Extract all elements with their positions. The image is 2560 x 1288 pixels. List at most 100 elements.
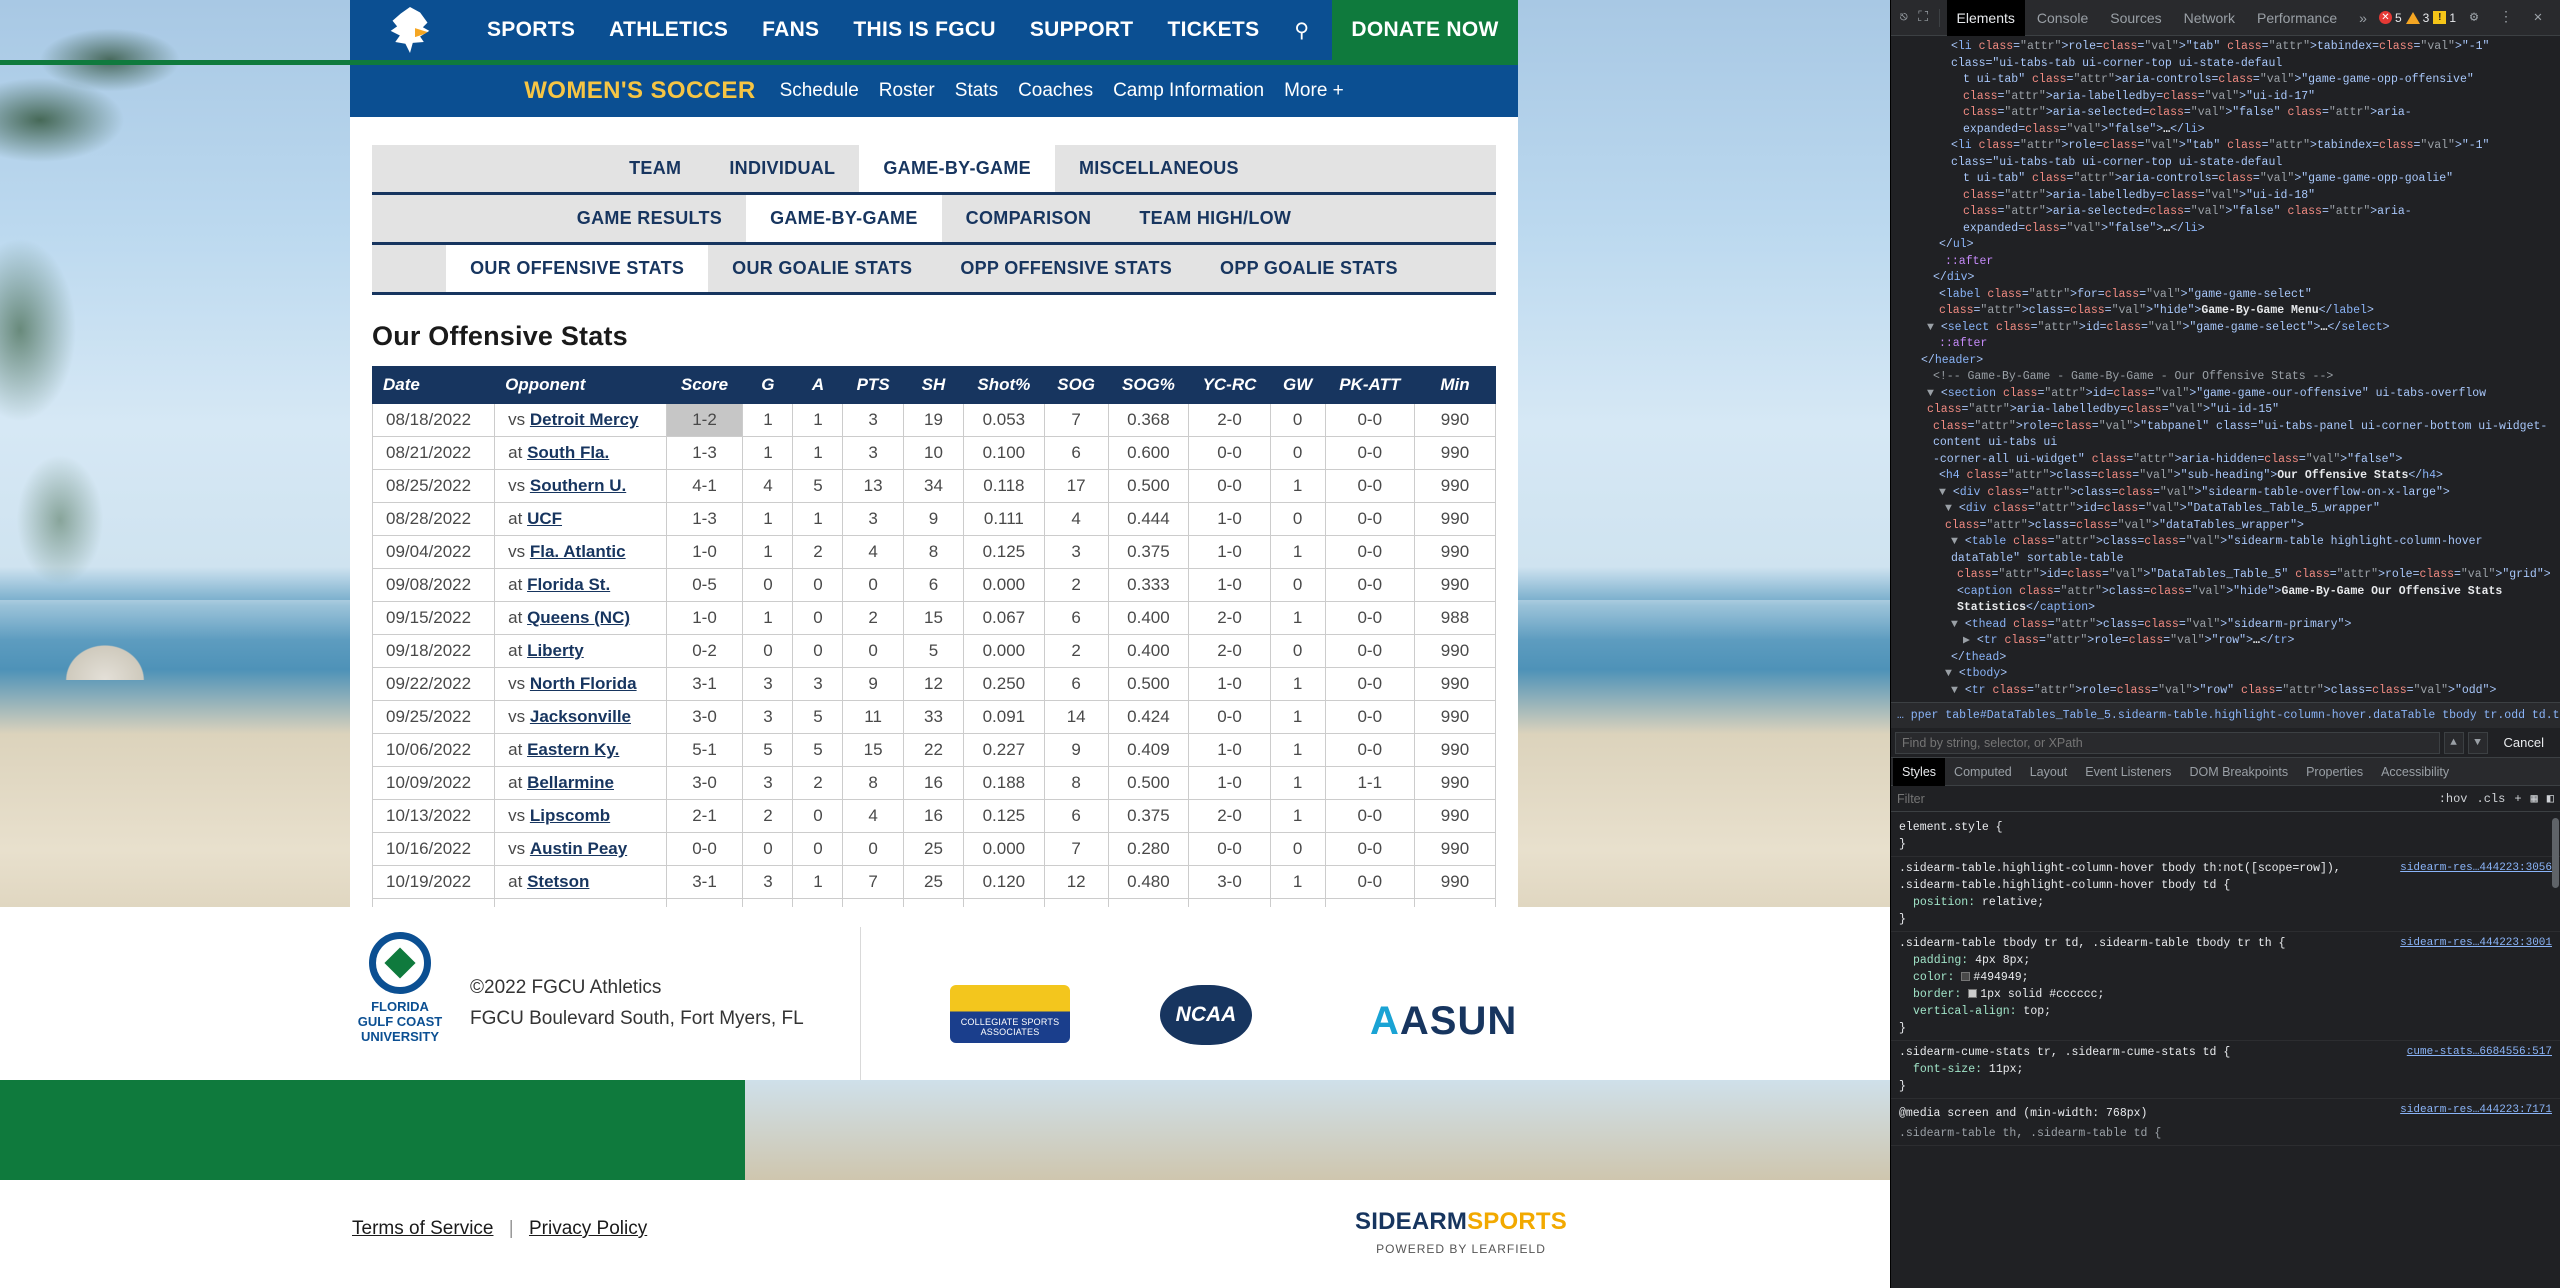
sidebar-tab-accessibility[interactable]: Accessibility bbox=[2372, 758, 2458, 786]
cell-opponent[interactable]: vs Fla. Atlantic bbox=[494, 535, 667, 569]
error-count-badge[interactable]: ✕ 5 bbox=[2378, 11, 2402, 25]
column-header-opponent[interactable]: Opponent bbox=[494, 366, 667, 404]
devtools-tab-sources[interactable]: Sources bbox=[2100, 0, 2171, 36]
column-header-g[interactable]: G bbox=[742, 366, 794, 404]
cell-opponent[interactable]: vs Detroit Mercy bbox=[494, 403, 667, 437]
media-query-rule[interactable]: sidearm-res…444223:7171 @media screen and… bbox=[1891, 1099, 2560, 1146]
nav-item-support[interactable]: SUPPORT bbox=[1013, 18, 1151, 42]
sidebar-tab-properties[interactable]: Properties bbox=[2297, 758, 2372, 786]
hov-toggle[interactable]: :hov bbox=[2439, 792, 2468, 806]
gear-icon[interactable]: ⚙ bbox=[2460, 4, 2488, 32]
cell-opponent[interactable]: at Queens (NC) bbox=[494, 601, 667, 635]
style-rule[interactable]: cume-stats…6684556:517 .sidearm-cume-stat… bbox=[1891, 1041, 2560, 1099]
dom-tree[interactable]: <li class="attr">role=class="val">"tab" … bbox=[1891, 36, 2560, 696]
opponent-link[interactable]: Jacksonville bbox=[530, 707, 631, 726]
devtools-tab-overflow[interactable]: » bbox=[2349, 0, 2377, 36]
sidebar-tab-event-listeners[interactable]: Event Listeners bbox=[2076, 758, 2180, 786]
dom-node-line[interactable]: class="attr">aria-selected=class="val">"… bbox=[1891, 204, 2560, 237]
style-source-link[interactable]: sidearm-res…444223:7171 bbox=[2400, 1102, 2552, 1119]
dom-node-line[interactable]: ▼ <select class="attr">id=class="val">"g… bbox=[1891, 320, 2560, 337]
column-header-pk-att[interactable]: PK-ATT bbox=[1324, 366, 1415, 404]
privacy-policy-link[interactable]: Privacy Policy bbox=[529, 1218, 647, 1239]
terms-of-service-link[interactable]: Terms of Service bbox=[352, 1218, 493, 1239]
dom-node-line[interactable]: </ul> bbox=[1891, 237, 2560, 254]
device-toolbar-icon[interactable]: ⛶ bbox=[1914, 4, 1931, 32]
donate-now-button[interactable]: DONATE NOW bbox=[1332, 0, 1518, 60]
dom-node-line[interactable]: </div> bbox=[1891, 270, 2560, 287]
search-icon[interactable]: ⚲ bbox=[1276, 18, 1327, 43]
column-header-sh[interactable]: SH bbox=[902, 366, 965, 404]
opponent-link[interactable]: Eastern Ky. bbox=[527, 740, 619, 759]
opponent-link[interactable]: Fla. Atlantic bbox=[530, 542, 626, 561]
devtools-tab-network[interactable]: Network bbox=[2174, 0, 2245, 36]
tab-opp-offensive-stats[interactable]: OPP OFFENSIVE STATS bbox=[936, 245, 1197, 292]
cell-opponent[interactable]: vs Southern U. bbox=[494, 469, 667, 503]
opponent-link[interactable]: UCF bbox=[527, 509, 562, 528]
tab-game-results[interactable]: GAME RESULTS bbox=[552, 195, 747, 242]
sidearm-sports-brand[interactable]: SIDEARMSPORTS POWERED BY LEARFIELD bbox=[1355, 1208, 1567, 1256]
dom-node-line[interactable]: <li class="attr">role=class="val">"tab" … bbox=[1891, 39, 2560, 72]
color-swatch[interactable] bbox=[1961, 972, 1971, 981]
tab-team-high-low[interactable]: TEAM HIGH/LOW bbox=[1115, 195, 1316, 242]
style-rule[interactable]: sidearm-res…444223:3001 .sidearm-table tb… bbox=[1891, 932, 2560, 1041]
column-header-shot[interactable]: Shot% bbox=[963, 366, 1045, 404]
sport-nav-more[interactable]: More + bbox=[1284, 80, 1344, 102]
nav-item-tickets[interactable]: TICKETS bbox=[1150, 18, 1276, 42]
cell-opponent[interactable]: at South Fla. bbox=[494, 436, 667, 470]
opponent-link[interactable]: Bellarmine bbox=[527, 773, 614, 792]
nav-item-athletics[interactable]: ATHLETICS bbox=[592, 18, 745, 42]
opponent-link[interactable]: Lipscomb bbox=[530, 806, 610, 825]
style-rule[interactable]: element.style {} bbox=[1891, 816, 2560, 857]
dom-node-line[interactable]: class="attr">id=class="val">"DataTables_… bbox=[1891, 567, 2560, 584]
style-prop[interactable]: border: 1px solid #cccccc; bbox=[1899, 986, 2552, 1003]
style-prop[interactable]: color: #494949; bbox=[1899, 969, 2552, 986]
column-header-sog[interactable]: SOG bbox=[1043, 366, 1109, 404]
dom-node-line[interactable]: <caption class="attr">class=class="val">… bbox=[1891, 584, 2560, 617]
tab-game-by-game[interactable]: GAME-BY-GAME bbox=[859, 145, 1055, 192]
sport-nav-stats[interactable]: Stats bbox=[955, 80, 998, 102]
dom-node-line[interactable]: ▼ <thead class="attr">class=class="val">… bbox=[1891, 617, 2560, 634]
inspect-element-icon[interactable]: ⎋ bbox=[1895, 4, 1912, 32]
chevron-up-icon[interactable]: ▲ bbox=[2443, 731, 2464, 754]
opponent-link[interactable]: South Fla. bbox=[527, 443, 609, 462]
find-input[interactable] bbox=[1895, 731, 2440, 754]
style-prop[interactable]: padding: 4px 8px; bbox=[1899, 952, 2552, 969]
opponent-link[interactable]: Stetson bbox=[527, 872, 589, 891]
style-rule[interactable]: sidearm-res…444223:3056 .sidearm-table.hi… bbox=[1891, 857, 2560, 932]
tab-game-by-game-2[interactable]: GAME-BY-GAME bbox=[746, 195, 942, 242]
tab-team[interactable]: TEAM bbox=[605, 145, 706, 192]
dom-node-line[interactable]: ::after bbox=[1891, 336, 2560, 353]
plus-icon[interactable]: + bbox=[2514, 792, 2521, 806]
dom-node-line[interactable]: ▼ <tbody> bbox=[1891, 666, 2560, 683]
column-header-min[interactable]: Min bbox=[1413, 366, 1497, 404]
sidebar-tab-computed[interactable]: Computed bbox=[1945, 758, 2021, 786]
csa-logo[interactable]: COLLEGIATE SPORTS ASSOCIATES bbox=[950, 985, 1070, 1043]
close-icon[interactable]: ✕ bbox=[2524, 4, 2552, 32]
opponent-link[interactable]: Florida St. bbox=[527, 575, 610, 594]
breadcrumb[interactable]: … pper table#DataTables_Table_5.sidearm-… bbox=[1891, 702, 2560, 728]
dom-node-line[interactable]: t ui-tab" class="attr">aria-controls=cla… bbox=[1891, 171, 2560, 204]
opponent-link[interactable]: Queens (NC) bbox=[527, 608, 630, 627]
column-header-yc-rc[interactable]: YC-RC bbox=[1188, 366, 1271, 404]
sport-nav-schedule[interactable]: Schedule bbox=[780, 80, 859, 102]
style-source-link[interactable]: sidearm-res…444223:3001 bbox=[2400, 935, 2552, 952]
sport-nav-coaches[interactable]: Coaches bbox=[1018, 80, 1093, 102]
cell-opponent[interactable]: vs North Florida bbox=[494, 667, 667, 701]
dom-node-line[interactable]: ▼ <section class="attr">id=class="val">"… bbox=[1891, 386, 2560, 419]
cell-opponent[interactable]: at Eastern Ky. bbox=[494, 733, 667, 767]
column-header-date[interactable]: Date bbox=[371, 366, 496, 404]
dom-node-line[interactable]: <!-- Game-By-Game - Game-By-Game - Our O… bbox=[1891, 369, 2560, 386]
tab-our-offensive-stats[interactable]: OUR OFFENSIVE STATS bbox=[446, 245, 709, 292]
dom-node-line[interactable]: <label class="attr">for=class="val">"gam… bbox=[1891, 287, 2560, 320]
site-logo[interactable] bbox=[350, 7, 470, 53]
info-count-badge[interactable]: ! 1 bbox=[2433, 11, 2456, 25]
styles-pane[interactable]: element.style {} sidearm-res…444223:3056.… bbox=[1891, 812, 2560, 1288]
tab-comparison[interactable]: COMPARISON bbox=[941, 195, 1116, 242]
devtools-tab-console[interactable]: Console bbox=[2027, 0, 2098, 36]
dom-node-line[interactable]: ▶ <tr class="attr">role=class="val">"row… bbox=[1891, 633, 2560, 650]
sport-nav-camp-information[interactable]: Camp Information bbox=[1113, 80, 1264, 102]
tab-our-goalie-stats[interactable]: OUR GOALIE STATS bbox=[708, 245, 937, 292]
cell-opponent[interactable]: vs Jacksonville bbox=[494, 700, 667, 734]
dom-node-line[interactable]: </header> bbox=[1891, 353, 2560, 370]
dom-node-line[interactable]: <li class="attr">role=class="val">"tab" … bbox=[1891, 138, 2560, 171]
